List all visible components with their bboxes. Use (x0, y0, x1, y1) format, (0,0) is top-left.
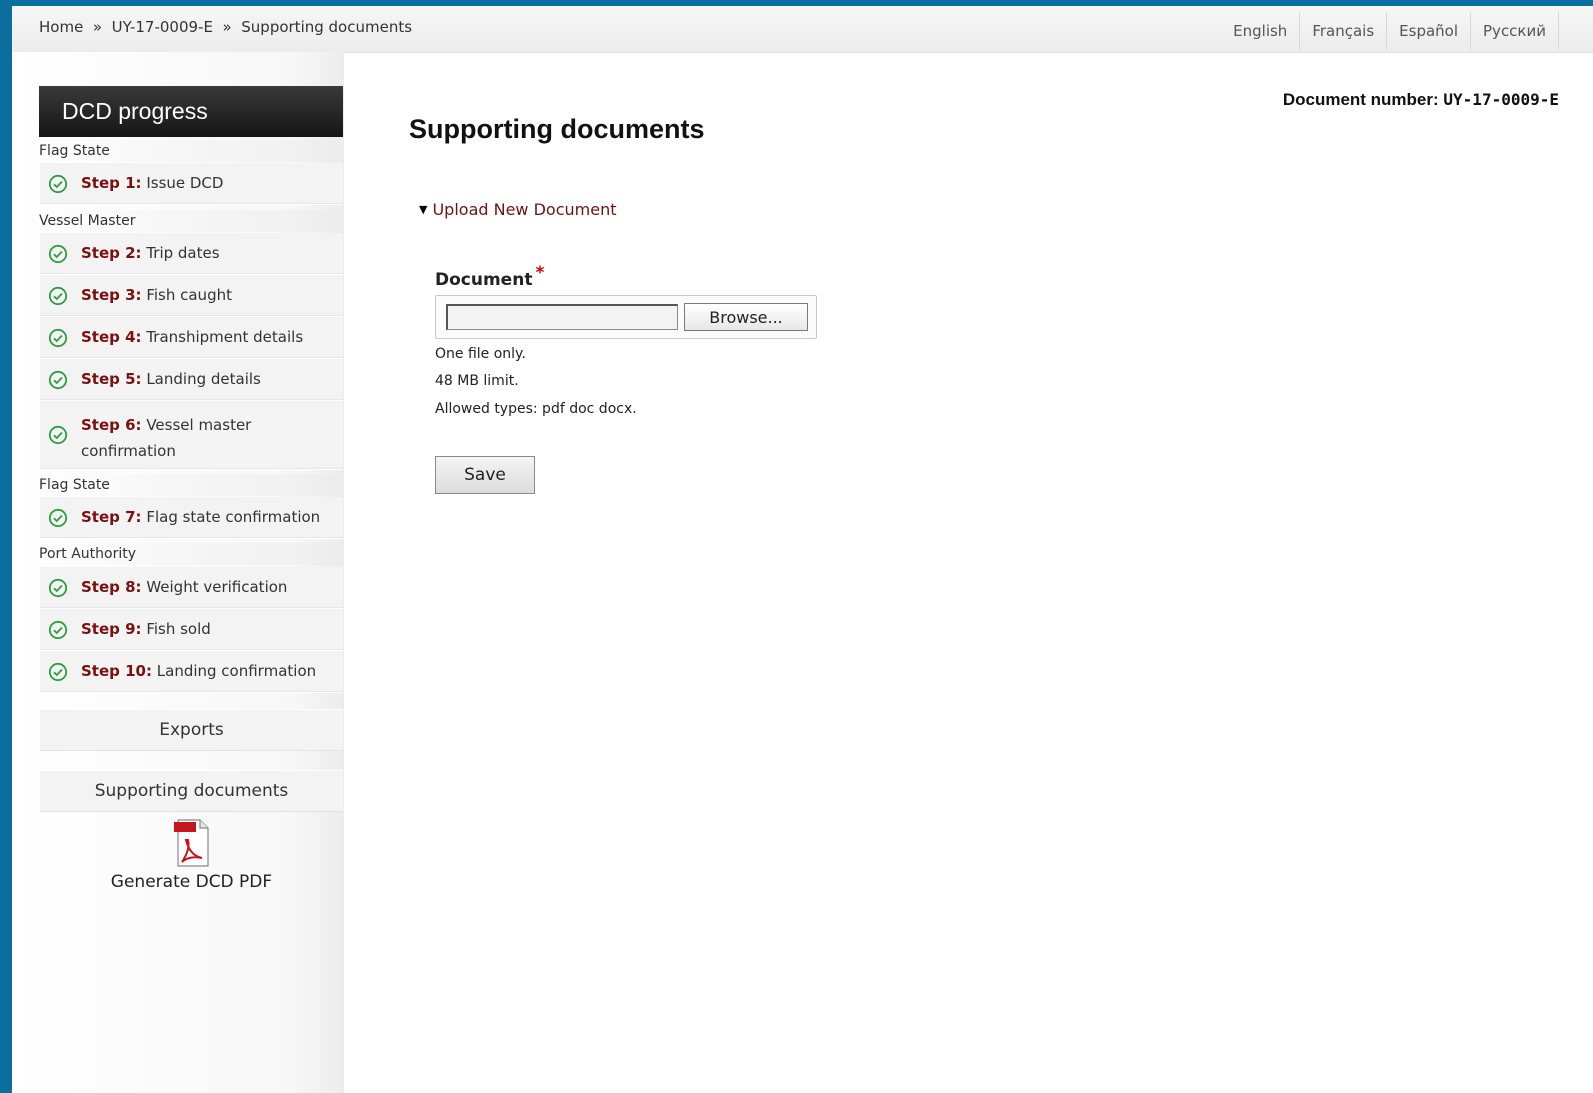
hint-one-file: One file only. (435, 346, 526, 362)
step-number: Step 6: (81, 416, 142, 434)
role-port-authority: Port Authority (39, 543, 343, 565)
step-number: Step 2: (81, 244, 142, 262)
check-circle-icon (48, 620, 68, 640)
triangle-down-icon: ▼ (419, 203, 428, 216)
breadcrumb-current: Supporting documents (241, 18, 413, 36)
step-number: Step 9: (81, 620, 142, 638)
role-vessel-master: Vessel Master (39, 210, 343, 232)
page-title: Supporting documents (409, 114, 705, 144)
step-number: Step 3: (81, 286, 142, 304)
check-circle-icon (48, 286, 68, 306)
check-circle-icon (48, 370, 68, 390)
step-label: Issue DCD (146, 174, 224, 192)
step-label: Fish caught (146, 286, 232, 304)
supporting-documents-link[interactable]: Supporting documents (40, 770, 343, 812)
document-number-value: UY-17-0009-E (1443, 90, 1559, 109)
check-circle-icon (48, 662, 68, 682)
breadcrumb-document[interactable]: UY-17-0009-E (112, 18, 213, 36)
step-label: Transhipment details (146, 328, 304, 346)
hint-size-limit: 48 MB limit. (435, 373, 519, 389)
browse-button[interactable]: Browse... (684, 303, 808, 331)
step-number: Step 7: (81, 508, 142, 526)
sidebar-step-8[interactable]: Step 8: Weight verification (40, 567, 343, 609)
step-number: Step 8: (81, 578, 142, 596)
exports-link[interactable]: Exports (40, 709, 343, 751)
document-number-label: Document number: (1282, 90, 1439, 109)
sidebar-title: DCD progress (39, 86, 343, 137)
check-circle-icon (48, 425, 68, 445)
document-number: Document number: UY-17-0009-E (1283, 90, 1559, 110)
check-circle-icon (48, 328, 68, 348)
step-label: Trip dates (146, 244, 220, 262)
step-number: Step 1: (81, 174, 142, 192)
sidebar-step-6[interactable]: Step 6: Vessel master confirmation (40, 401, 343, 470)
sidebar-step-4[interactable]: Step 4: Transhipment details (40, 317, 343, 359)
lang-french[interactable]: Français (1300, 12, 1388, 50)
check-circle-icon (48, 174, 68, 194)
breadcrumb-home[interactable]: Home (39, 18, 83, 36)
sidebar-step-7[interactable]: Step 7: Flag state confirmation (40, 497, 343, 539)
page-frame: Home » UY-17-0009-E » Supporting documen… (12, 6, 1593, 1093)
sidebar-step-2[interactable]: Step 2: Trip dates (40, 233, 343, 275)
step-label: Weight verification (146, 578, 288, 596)
file-upload-widget: Browse... (435, 295, 817, 339)
step-number: Step 4: (81, 328, 142, 346)
sidebar-step-10[interactable]: Step 10: Landing confirmation (40, 651, 343, 693)
lang-english[interactable]: English (1221, 12, 1301, 50)
lang-russian[interactable]: Русский (1471, 12, 1559, 50)
check-circle-icon (48, 244, 68, 264)
top-bar: Home » UY-17-0009-E » Supporting documen… (12, 6, 1593, 53)
sidebar-step-3[interactable]: Step 3: Fish caught (40, 275, 343, 317)
lang-spanish[interactable]: Español (1387, 12, 1472, 50)
step-number: Step 5: (81, 370, 142, 388)
hint-allowed-types: Allowed types: pdf doc docx. (435, 401, 637, 417)
upload-new-document-toggle[interactable]: ▼ Upload New Document (419, 200, 617, 219)
sidebar-step-9[interactable]: Step 9: Fish sold (40, 609, 343, 651)
step-label: Flag state confirmation (146, 508, 321, 526)
check-circle-icon (48, 578, 68, 598)
breadcrumb-separator: » (92, 18, 103, 36)
breadcrumb-separator: » (222, 18, 232, 36)
save-button[interactable]: Save (435, 456, 535, 494)
step-label: Landing details (146, 370, 261, 388)
upload-toggle-label: Upload New Document (432, 200, 617, 219)
required-marker: * (535, 263, 545, 283)
language-switcher: English Français Español Русский (1221, 12, 1559, 50)
generate-pdf-label[interactable]: Generate DCD PDF (40, 872, 343, 892)
role-flag-state: Flag State (39, 474, 343, 496)
role-flag-state: Flag State (39, 140, 343, 162)
step-label: Landing confirmation (156, 662, 317, 680)
sidebar-step-5[interactable]: Step 5: Landing details (40, 359, 343, 401)
step-label: Fish sold (146, 620, 211, 638)
breadcrumb: Home » UY-17-0009-E » Supporting documen… (39, 18, 412, 36)
document-field-label: Document * (435, 263, 545, 290)
generate-pdf[interactable]: Generate DCD PDF (40, 818, 343, 892)
pdf-file-icon[interactable] (172, 818, 212, 868)
sidebar-step-1[interactable]: Step 1: Issue DCD (40, 163, 343, 205)
check-circle-icon (48, 508, 68, 528)
step-number: Step 10: (81, 662, 152, 680)
file-path-input[interactable] (446, 304, 678, 330)
